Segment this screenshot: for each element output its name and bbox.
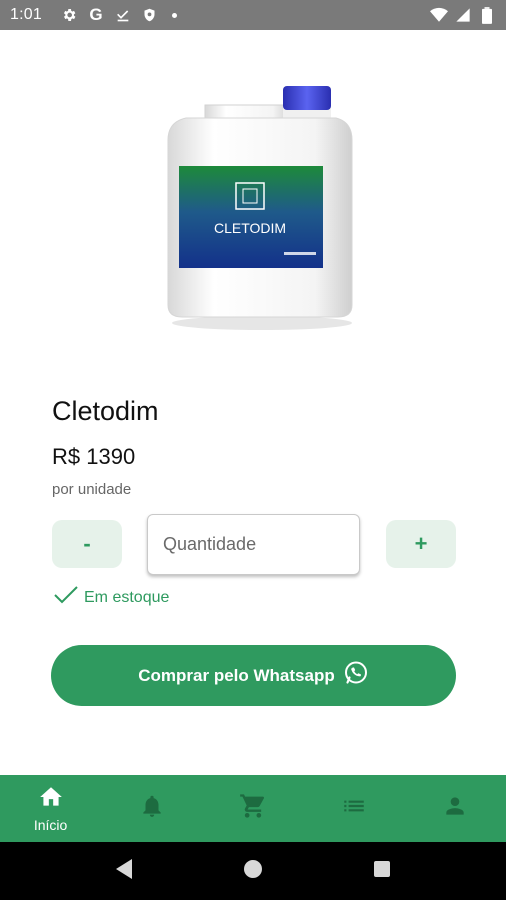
bell-icon: [139, 792, 165, 825]
download-done-icon: [114, 6, 132, 24]
wifi-icon: [430, 6, 448, 24]
settings-icon: [60, 6, 78, 24]
label-text: CLETODIM: [214, 220, 286, 236]
home-circle-icon[interactable]: [242, 858, 264, 885]
nav-profile[interactable]: [405, 775, 506, 842]
check-icon: [54, 585, 78, 610]
quantity-input[interactable]: [147, 514, 360, 575]
person-icon: [442, 793, 468, 824]
buy-whatsapp-button[interactable]: Comprar pelo Whatsapp: [51, 645, 456, 706]
cart-icon: [239, 792, 267, 825]
decrease-quantity-button[interactable]: -: [52, 520, 122, 568]
system-navigation-bar: [0, 842, 506, 900]
recents-icon[interactable]: [372, 859, 392, 884]
notification-dot: [171, 12, 177, 18]
google-icon: G: [89, 5, 103, 24]
product-unit: por unidade: [52, 481, 132, 498]
back-icon[interactable]: [114, 858, 134, 885]
status-time: 1:01: [10, 6, 42, 23]
nav-home[interactable]: Início: [0, 775, 101, 842]
product-image: CLETODIM: [150, 80, 370, 335]
status-system-icons: [430, 6, 496, 24]
product-name: Cletodim: [52, 396, 159, 426]
stock-label: Em estoque: [84, 588, 170, 606]
nav-orders[interactable]: [304, 775, 405, 842]
whatsapp-icon: [343, 660, 369, 691]
buy-button-label: Comprar pelo Whatsapp: [138, 665, 335, 685]
bottom-navigation: Início: [0, 775, 506, 842]
list-icon: [340, 793, 368, 824]
battery-icon: [478, 6, 496, 24]
increase-quantity-button[interactable]: +: [386, 520, 456, 568]
status-bar: 1:01 G: [0, 0, 506, 30]
home-icon: [37, 784, 65, 815]
product-price: R$ 1390: [52, 444, 136, 469]
shield-icon: [141, 6, 159, 24]
stock-status: Em estoque: [54, 585, 169, 610]
signal-icon: [454, 6, 472, 24]
status-notification-icons: G: [60, 5, 177, 24]
nav-notifications[interactable]: [101, 775, 202, 842]
nav-home-label: Início: [33, 817, 68, 833]
nav-cart[interactable]: [202, 775, 303, 842]
